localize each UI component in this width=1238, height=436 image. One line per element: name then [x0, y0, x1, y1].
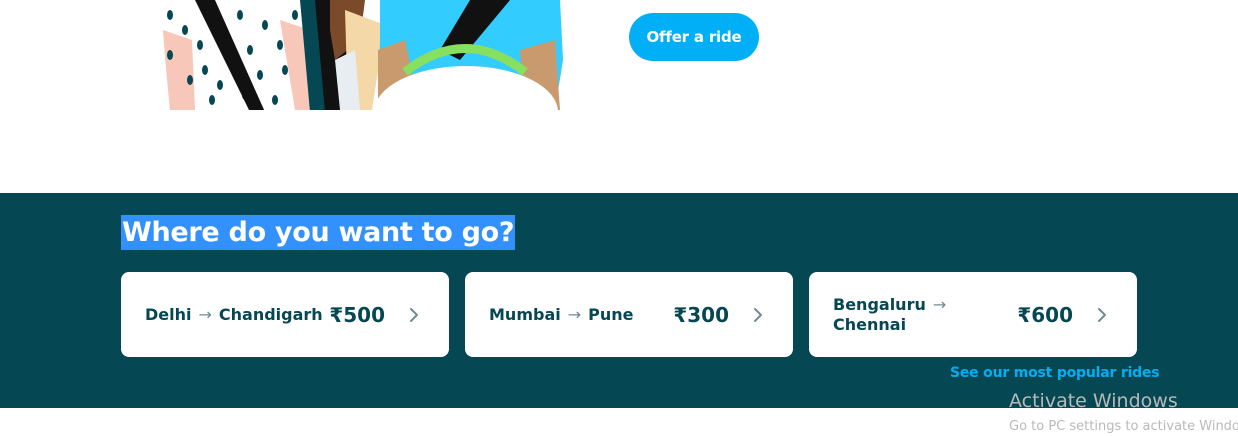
route-card-mumbai-pune[interactable]: Mumbai → Pune ₹300 [465, 272, 793, 357]
watermark-title: Activate Windows [1009, 390, 1178, 412]
route-destination: Chennai [833, 314, 907, 334]
arrow-right-icon: → [567, 304, 582, 324]
route-card-delhi-chandigarh[interactable]: Delhi → Chandigarh ₹500 [121, 272, 449, 357]
route-label: Mumbai → Pune [489, 305, 633, 325]
popular-rides-link[interactable]: See our most popular rides [950, 365, 1160, 381]
route-origin: Delhi [145, 304, 192, 324]
destinations-title: Where do you want to go? [121, 215, 516, 250]
route-origin: Mumbai [489, 304, 561, 324]
arrow-right-icon: → [932, 294, 947, 314]
chevron-right-icon [754, 307, 762, 322]
route-destination: Pune [588, 304, 634, 324]
route-price: ₹600 [1017, 302, 1073, 327]
carpool-illustration [163, 0, 563, 110]
route-card-bengaluru-chennai[interactable]: Bengaluru → Chennai ₹600 [809, 272, 1137, 357]
route-label: Delhi → Chandigarh [145, 305, 323, 325]
offer-ride-button[interactable]: Offer a ride [629, 13, 759, 61]
arrow-right-icon: → [198, 304, 212, 324]
route-destination: Chandigarh [218, 304, 323, 324]
chevron-right-icon [410, 307, 418, 322]
route-price: ₹500 [329, 302, 385, 327]
route-origin: Bengaluru [833, 294, 926, 314]
chevron-right-icon [1098, 307, 1106, 322]
windows-activation-watermark: Activate Windows Go to PC settings to ac… [1009, 389, 1238, 436]
hero-section: Offer a ride [0, 0, 1238, 193]
watermark-subtitle: Go to PC settings to activate Windows. [1009, 419, 1238, 434]
route-label: Bengaluru → Chennai [833, 295, 953, 335]
route-price: ₹300 [673, 302, 729, 327]
